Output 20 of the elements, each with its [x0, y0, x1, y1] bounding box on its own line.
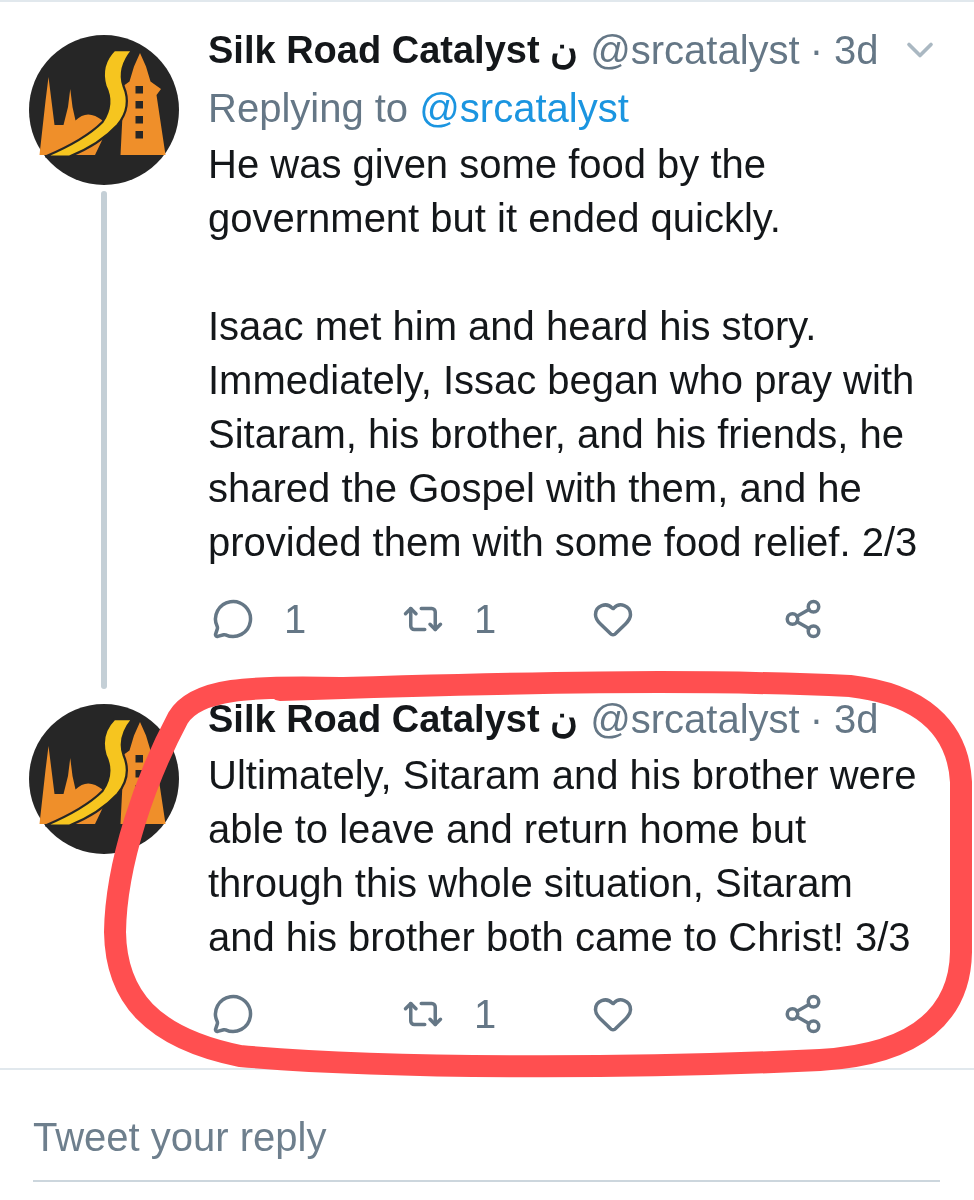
reply-button[interactable]: 1: [212, 597, 307, 641]
user-handle: @srcatalyst: [590, 696, 800, 742]
retweet-button[interactable]: 1: [402, 597, 497, 641]
reply-input-field[interactable]: Tweet your reply: [33, 1094, 940, 1182]
speech-bubble-icon: [212, 993, 254, 1035]
tweet-text: Ultimately, Sitaram and his brother were able to leave and return home but through this whole situation, Sitaram and his brother both came to Christ! 3/3: [208, 752, 918, 961]
reply-button[interactable]: [212, 993, 254, 1035]
replying-to-text: Replying to @srcatalyst: [208, 85, 629, 132]
retweet-button[interactable]: 1: [402, 992, 497, 1036]
user-handle: @srcatalyst: [590, 27, 800, 73]
display-name: Silk Road Catalyst ن: [208, 28, 579, 72]
timestamp: · 3d: [809, 27, 879, 73]
tweet-text: Isaac met him and heard his story. Immediately, Issac began who pray with Sitaram, his brother, and his friends, he shared the Gospel with them, and he provided them with some food relief. 2/3: [208, 303, 919, 566]
tweet-text: He was given some food by the government but it ended quickly.: [208, 141, 782, 242]
avatar-icon[interactable]: [29, 704, 179, 854]
display-name: Silk Road Catalyst ن: [208, 697, 579, 741]
timestamp: · 3d: [809, 696, 879, 742]
mention-link[interactable]: @srcatalyst: [419, 86, 629, 130]
speech-bubble-icon: [212, 598, 254, 640]
avatar-icon[interactable]: [29, 35, 179, 185]
